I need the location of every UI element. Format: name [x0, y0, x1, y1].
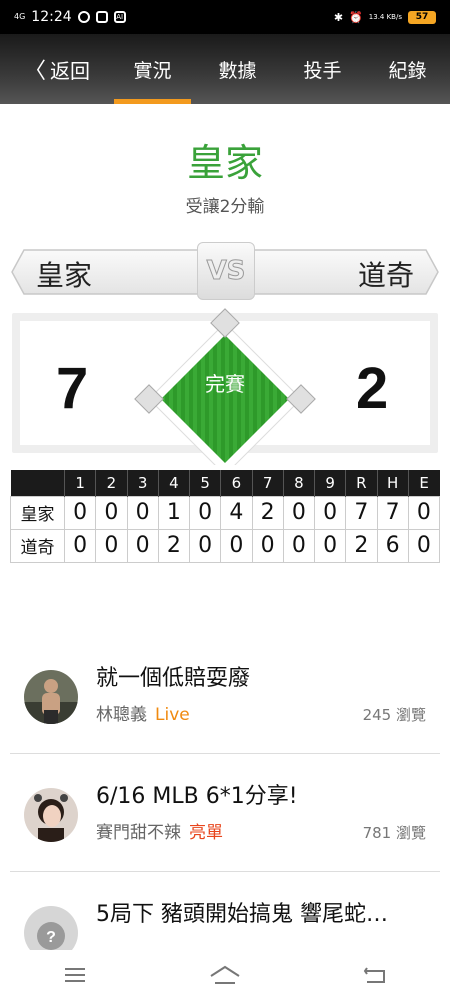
- inning-header: 2: [95, 470, 127, 496]
- inning-header: 3: [126, 470, 159, 496]
- runs-cell: 2: [345, 528, 378, 563]
- bluetooth-icon: ✱: [333, 10, 344, 24]
- avatar[interactable]: [24, 670, 78, 724]
- view-count: 781 瀏覽: [362, 824, 426, 842]
- linescore-table: 1 2 3 4 5 6 7 8 9 R H E 皇家 0 0 0 1 0 4 2…: [10, 470, 441, 563]
- list-item[interactable]: 6/16 MLB 6*1分享! 賽門甜不辣 亮單 781 瀏覽: [10, 754, 440, 872]
- live-badge: Live: [155, 705, 190, 725]
- matchup-bar: 皇家 VS 道奇: [10, 242, 440, 300]
- hits-cell: 6: [376, 528, 409, 563]
- inning-header: 7: [251, 470, 284, 496]
- status-bar: 4G 12:24 AI ✱ ⏰ 13.4 KB/s 57: [0, 0, 450, 34]
- table-row: 皇家 0 0 0 1 0 4 2 0 0 7 7 0: [10, 495, 441, 530]
- inning-cell: 0: [282, 528, 316, 563]
- network-speed: 13.4 KB/s: [368, 13, 402, 21]
- inning-cell: 0: [126, 495, 159, 530]
- runs-cell: 7: [345, 495, 378, 530]
- inning-cell: 1: [157, 495, 191, 530]
- list-item[interactable]: ? 5局下 豬頭開始搞鬼 響尾蛇…: [10, 872, 440, 950]
- row-team-name: 道奇: [10, 528, 65, 563]
- back-button[interactable]: 〈 返回: [0, 53, 110, 85]
- winner-team: 皇家: [186, 141, 263, 185]
- back-nav-button[interactable]: [345, 965, 405, 985]
- inning-cell: 0: [63, 495, 97, 530]
- hits-header: H: [376, 470, 409, 496]
- inning-cell: 0: [63, 528, 97, 563]
- inning-cell: 0: [188, 495, 222, 530]
- inning-cell: 4: [220, 495, 253, 530]
- tab-stats[interactable]: 數據: [195, 34, 280, 104]
- post-title[interactable]: 就一個低賠耍廢: [96, 660, 426, 692]
- tab-live[interactable]: 實況: [110, 34, 195, 104]
- menu-icon: [65, 968, 85, 982]
- home-icon: [210, 965, 240, 984]
- home-score: 7: [56, 356, 89, 421]
- ai-icon: AI: [113, 11, 126, 23]
- inning-cell: 0: [95, 495, 128, 530]
- table-row: 道奇 0 0 0 2 0 0 0 0 0 2 6 0: [10, 528, 441, 563]
- view-count: 245 瀏覽: [362, 706, 426, 724]
- post-author-line: 林聰義 Live: [96, 700, 190, 725]
- alarm-icon: ⏰: [349, 10, 363, 24]
- home-button[interactable]: [195, 965, 255, 985]
- inning-cell: 0: [313, 495, 347, 530]
- away-score: 2: [356, 356, 389, 421]
- clock: 12:24: [31, 9, 72, 25]
- inning-cell: 2: [157, 528, 191, 563]
- inning-cell: 0: [282, 495, 316, 530]
- inning-header: 9: [313, 470, 346, 496]
- back-arrow-icon: [363, 967, 385, 983]
- inning-cell: 2: [251, 495, 284, 530]
- avatar[interactable]: [24, 788, 78, 842]
- menu-button[interactable]: [45, 966, 105, 984]
- system-nav-bar: [0, 950, 450, 1000]
- inning-header: 8: [282, 470, 315, 496]
- home-team-name: 皇家: [36, 259, 93, 292]
- errors-cell: 0: [407, 528, 441, 563]
- errors-header: E: [407, 470, 440, 496]
- linescore-corner: [10, 470, 65, 496]
- chevron-left-icon: 〈: [24, 59, 47, 84]
- post-author-line: 賽門甜不辣 亮單: [96, 818, 223, 843]
- avatar[interactable]: ?: [24, 906, 78, 950]
- game-status: 完賽: [205, 372, 245, 396]
- list-item[interactable]: 就一個低賠耍廢 林聰義 Live 245 瀏覽: [10, 636, 440, 754]
- post-title[interactable]: 5局下 豬頭開始搞鬼 響尾蛇…: [96, 896, 426, 928]
- errors-cell: 0: [407, 495, 441, 530]
- away-team-name: 道奇: [357, 259, 414, 292]
- runs-header: R: [345, 470, 377, 496]
- inning-cell: 0: [251, 528, 284, 563]
- inning-cell: 0: [95, 528, 128, 563]
- vs-badge: VS: [197, 242, 255, 300]
- inning-header: 6: [220, 470, 252, 496]
- row-team-name: 皇家: [10, 495, 65, 530]
- tab-pitchers[interactable]: 投手: [280, 34, 365, 104]
- camera-icon: [95, 11, 108, 23]
- svg-text:?: ?: [46, 929, 56, 946]
- linescore-header-row: 1 2 3 4 5 6 7 8 9 R H E: [10, 470, 440, 496]
- post-author[interactable]: 林聰義: [96, 705, 147, 725]
- tab-bar: 實況 數據 投手 紀錄: [110, 34, 450, 104]
- inning-cell: 0: [220, 528, 253, 563]
- inning-header: 5: [188, 470, 221, 496]
- handicap-result: 受讓2分輸: [185, 197, 265, 217]
- inning-header: 4: [157, 470, 190, 496]
- bet-slip-badge: 亮單: [189, 823, 223, 843]
- post-author[interactable]: 賽門甜不辣: [96, 823, 181, 843]
- inning-header: 1: [63, 470, 96, 496]
- post-title[interactable]: 6/16 MLB 6*1分享!: [96, 778, 426, 810]
- chat-icon: [77, 11, 90, 23]
- inning-cell: 0: [126, 528, 159, 563]
- inning-cell: 0: [313, 528, 347, 563]
- hits-cell: 7: [376, 495, 409, 530]
- signal-icon: 4G: [14, 12, 26, 21]
- tab-records[interactable]: 紀錄: [365, 34, 450, 104]
- top-nav: 〈 返回 實況 數據 投手 紀錄: [0, 34, 450, 104]
- back-label: 返回: [50, 58, 91, 83]
- battery-icon: 57: [408, 10, 436, 24]
- inning-cell: 0: [188, 528, 222, 563]
